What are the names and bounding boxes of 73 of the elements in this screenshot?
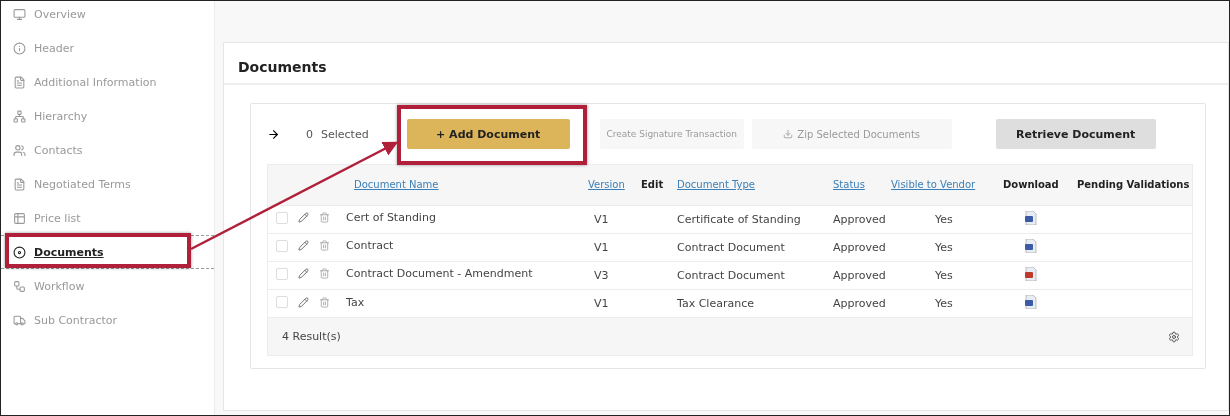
- download-icon: [783, 129, 794, 139]
- monitor-icon: [13, 7, 26, 21]
- table-cell: Yes: [889, 289, 1001, 317]
- row-checkbox[interactable]: [276, 296, 288, 308]
- table-cell: Yes: [889, 233, 1001, 261]
- column-header[interactable]: Document Name: [268, 165, 586, 205]
- column-header[interactable]: Version: [586, 165, 639, 205]
- disc-icon: [13, 245, 26, 259]
- table-cell: Tax: [346, 295, 365, 309]
- delete-icon[interactable]: [319, 296, 330, 308]
- table-cell: Yes: [889, 261, 1001, 289]
- sidebar-item[interactable]: Workflow: [1, 269, 214, 303]
- table-cell: Approved: [831, 233, 889, 261]
- truck-icon: [13, 313, 26, 327]
- table-icon: [13, 211, 26, 225]
- table-cell: Cert of Standing: [346, 211, 436, 225]
- people-icon: [13, 143, 26, 157]
- delete-icon[interactable]: [319, 212, 330, 224]
- delete-icon[interactable]: [319, 240, 330, 252]
- table-cell: V1: [586, 289, 639, 317]
- sidebar-item[interactable]: Price list: [1, 201, 214, 235]
- sidebar-item[interactable]: Hierarchy: [1, 99, 214, 133]
- sidebar-item[interactable]: Negotiated Terms: [1, 167, 214, 201]
- workflow-icon: [13, 279, 26, 293]
- column-header: Edit: [639, 165, 675, 205]
- sidebar-item[interactable]: Additional Information: [1, 65, 214, 99]
- table-cell: Contract: [346, 239, 394, 253]
- word-file-icon[interactable]: [1025, 294, 1037, 309]
- toolbar-button[interactable]: Retrieve Document: [995, 119, 1156, 149]
- column-header[interactable]: Document Type: [675, 165, 831, 205]
- document-icon: [13, 75, 26, 89]
- table-cell: V1: [586, 233, 639, 261]
- pdf-file-icon[interactable]: [1025, 266, 1037, 281]
- edit-icon[interactable]: [298, 296, 309, 308]
- selected-count: 0: [306, 127, 313, 141]
- table-cell: V1: [586, 205, 639, 233]
- table-cell: Contract Document: [675, 261, 831, 289]
- sidebar-item[interactable]: Sub Contractor: [1, 303, 214, 337]
- table-cell: V3: [586, 261, 639, 289]
- table-cell: Approved: [831, 289, 889, 317]
- arrow-icon[interactable]: [267, 127, 280, 141]
- column-header[interactable]: Status: [831, 165, 889, 205]
- delete-icon[interactable]: [319, 268, 330, 280]
- table-cell: Tax Clearance: [675, 289, 831, 317]
- column-header: Pending Validations: [1075, 165, 1192, 205]
- document-icon: [13, 177, 26, 191]
- settings-icon[interactable]: [1168, 330, 1180, 343]
- column-header: Download: [1001, 165, 1075, 205]
- sidebar-item[interactable]: Overview: [1, 1, 214, 31]
- table-cell: Approved: [831, 205, 889, 233]
- table-cell: Contract Document - Amendment: [346, 267, 533, 281]
- toolbar-button[interactable]: + Add Document: [406, 119, 570, 149]
- table-cell: Contract Document: [675, 233, 831, 261]
- sidebar-item[interactable]: Header: [1, 31, 214, 65]
- hierarchy-icon: [13, 109, 26, 123]
- column-header[interactable]: Visible to Vendor: [889, 165, 1001, 205]
- edit-icon[interactable]: [298, 240, 309, 252]
- row-checkbox[interactable]: [276, 267, 288, 280]
- sidebar-item[interactable]: Documents: [1, 235, 214, 269]
- row-checkbox[interactable]: [276, 239, 288, 252]
- row-checkbox[interactable]: [276, 211, 288, 224]
- edit-icon[interactable]: [298, 268, 309, 280]
- sidebar-item[interactable]: Contacts: [1, 133, 214, 167]
- table-cell: Approved: [831, 261, 889, 289]
- section-title: Documents: [224, 43, 1228, 85]
- table-cell: Certificate of Standing: [675, 205, 831, 233]
- table-cell: Yes: [889, 205, 1001, 233]
- info-icon: [13, 41, 26, 55]
- results-count: 4 Result(s): [282, 330, 341, 343]
- word-file-icon[interactable]: [1025, 210, 1037, 225]
- word-file-icon[interactable]: [1025, 238, 1037, 253]
- selected-label: Selected: [321, 127, 369, 141]
- edit-icon[interactable]: [298, 212, 309, 224]
